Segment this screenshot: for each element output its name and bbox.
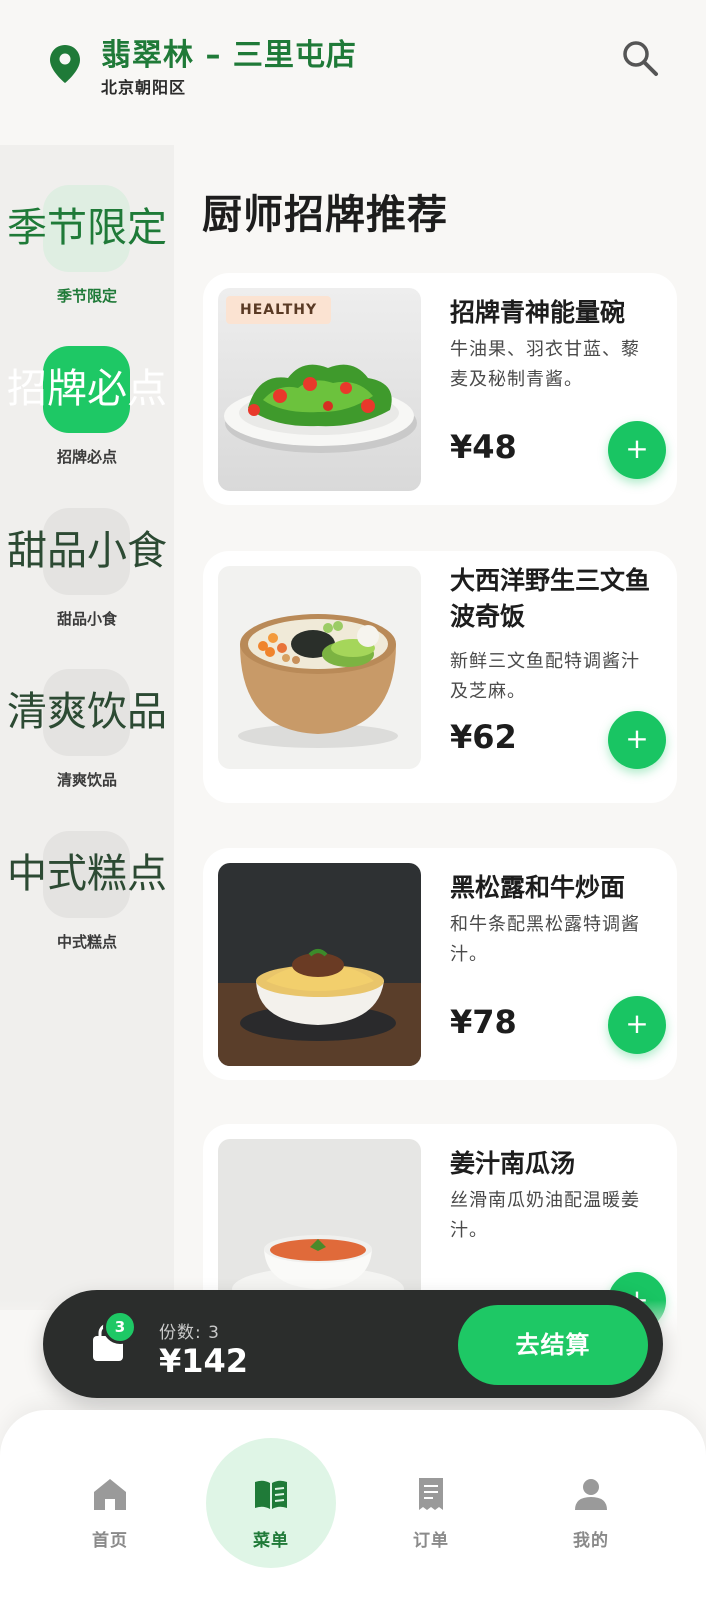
dish-price: ¥48 xyxy=(450,428,517,466)
location-pin-icon[interactable] xyxy=(48,44,82,84)
dish-price: ¥62 xyxy=(450,718,517,756)
bottom-nav: 首页 菜单 订单 我的 xyxy=(0,1410,706,1600)
cart-count-badge: 3 xyxy=(103,1310,137,1344)
menu-item-card[interactable]: HEALTHY 招牌青神能量碗 牛油果、羽衣甘蓝、藜麦及秘制青酱。 ¥48 + xyxy=(203,273,677,505)
person-icon xyxy=(575,1479,607,1510)
dish-description: 丝滑南瓜奶油配温暖姜汁。 xyxy=(450,1190,640,1241)
nav-item-menu[interactable]: 菜单 xyxy=(206,1438,336,1568)
section-title: 厨师招牌推荐 xyxy=(202,192,448,238)
home-icon xyxy=(94,1479,126,1510)
category-label: 招牌必点 xyxy=(56,448,117,466)
app-header: 翡翠林 – 三里屯店 北京朝阳区 xyxy=(0,0,706,145)
nav-item-orders[interactable]: 订单 xyxy=(366,1438,496,1568)
category-tile-text: 招牌必点 xyxy=(7,366,167,412)
healthy-badge: HEALTHY xyxy=(226,296,332,324)
dish-title: 招牌青神能量碗 xyxy=(450,298,626,327)
category-label: 甜品小食 xyxy=(56,610,117,628)
dish-photo-poke-bowl xyxy=(218,566,421,769)
nav-label: 订单 xyxy=(413,1531,449,1551)
category-label: 中式糕点 xyxy=(56,933,117,951)
dish-description: 和牛条配黑松露特调酱汁。 xyxy=(450,914,640,965)
nav-label: 首页 xyxy=(92,1531,128,1551)
category-tile-text: 中式糕点 xyxy=(7,851,167,897)
nav-label: 我的 xyxy=(573,1531,609,1551)
search-icon[interactable] xyxy=(620,38,660,78)
category-tile-text: 甜品小食 xyxy=(7,528,167,574)
dish-photo-noodles xyxy=(218,863,421,1066)
category-item-seasonal[interactable]: 季节限定 季节限定 xyxy=(0,185,174,335)
nav-item-profile[interactable]: 我的 xyxy=(526,1438,656,1568)
category-item-pastries[interactable]: 中式糕点 中式糕点 xyxy=(0,831,174,981)
receipt-icon xyxy=(419,1478,443,1510)
category-sidebar: 季节限定 季节限定 招牌必点 招牌必点 甜品小食 甜品小食 清爽饮品 清爽饮品 … xyxy=(0,145,174,1310)
nav-item-home[interactable]: 首页 xyxy=(45,1438,175,1568)
menu-item-card[interactable]: 黑松露和牛炒面 和牛条配黑松露特调酱汁。 ¥78 + xyxy=(203,848,677,1080)
store-name[interactable]: 翡翠林 – 三里屯店 xyxy=(101,30,357,74)
dish-price: ¥78 xyxy=(450,1003,517,1041)
dish-title: 大西洋野生三文鱼波奇饭 xyxy=(450,566,651,631)
menu-book-icon xyxy=(255,1480,287,1509)
checkout-button[interactable]: 去结算 xyxy=(458,1305,648,1385)
dish-title: 姜汁南瓜汤 xyxy=(450,1149,576,1178)
category-label: 清爽饮品 xyxy=(56,771,117,789)
add-to-cart-button[interactable]: + xyxy=(608,996,666,1054)
nav-label: 菜单 xyxy=(253,1531,289,1551)
store-area: 北京朝阳区 xyxy=(101,78,187,97)
add-to-cart-button[interactable]: + xyxy=(608,421,666,479)
cart-quantity: 份数: 3 xyxy=(159,1323,220,1343)
add-to-cart-button[interactable]: + xyxy=(608,711,666,769)
category-tile-text: 季节限定 xyxy=(7,205,167,251)
category-tile-text: 清爽饮品 xyxy=(7,689,167,735)
dish-description: 牛油果、羽衣甘蓝、藜麦及秘制青酱。 xyxy=(450,339,640,390)
menu-item-card[interactable]: 大西洋野生三文鱼波奇饭 新鲜三文鱼配特调酱汁及芝麻。 ¥62 + xyxy=(203,551,677,803)
dish-title: 黑松露和牛炒面 xyxy=(450,873,626,902)
cart-bar[interactable]: 3 份数: 3 ¥142 去结算 xyxy=(43,1290,663,1398)
category-item-drinks[interactable]: 清爽饮品 清爽饮品 xyxy=(0,669,174,819)
cart-total: ¥142 xyxy=(159,1342,249,1380)
dish-photo-salad: HEALTHY xyxy=(218,288,421,491)
category-item-signature[interactable]: 招牌必点 招牌必点 xyxy=(0,346,174,496)
category-item-desserts[interactable]: 甜品小食 甜品小食 xyxy=(0,508,174,658)
dish-description: 新鲜三文鱼配特调酱汁及芝麻。 xyxy=(450,651,640,702)
category-label: 季节限定 xyxy=(56,287,117,305)
